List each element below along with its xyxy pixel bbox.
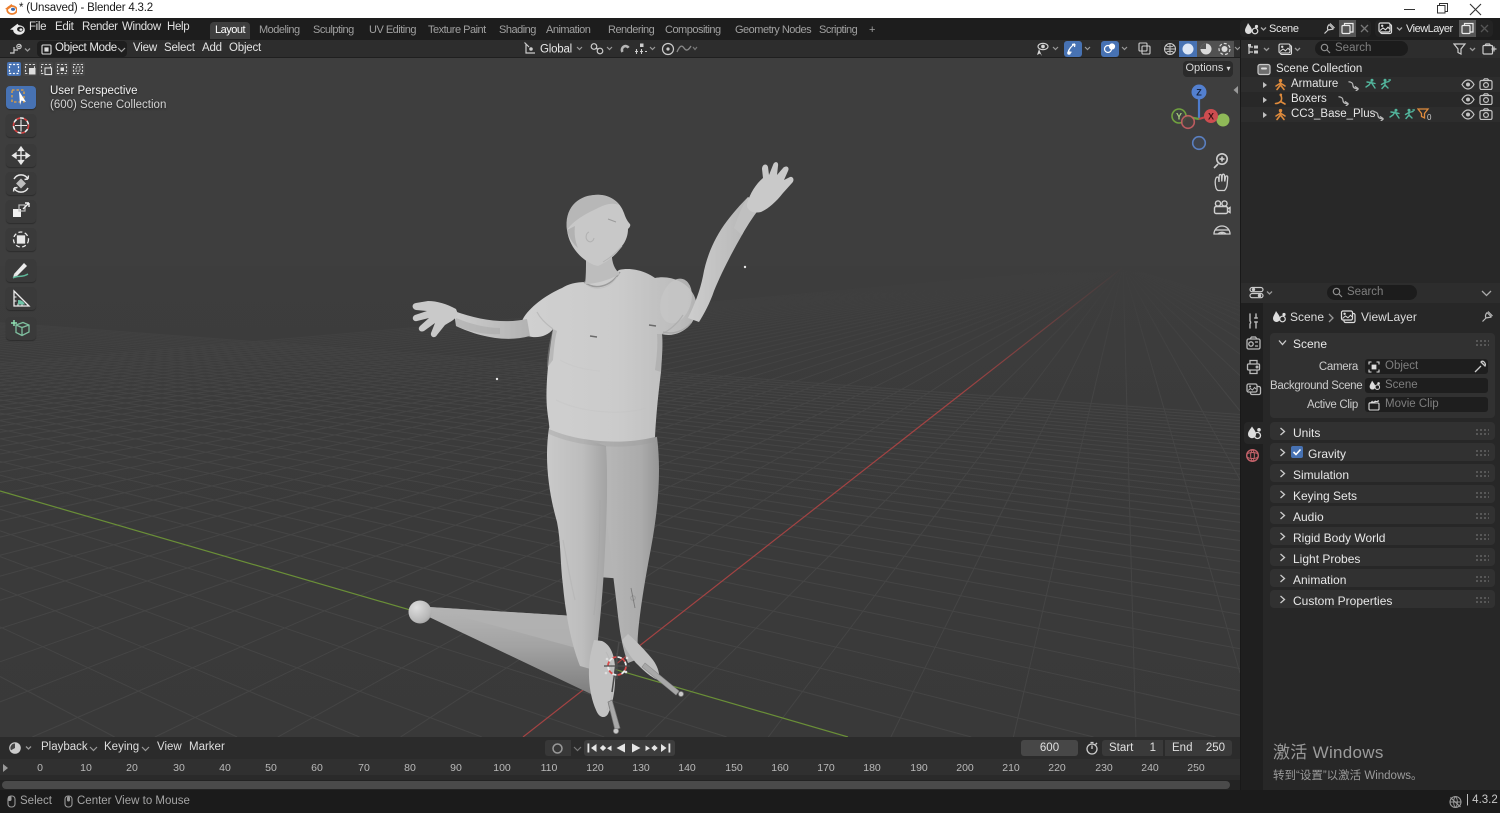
svg-text:X: X [1208, 112, 1214, 122]
svg-text:Global: Global [540, 44, 572, 56]
svg-text:Z: Z [1196, 88, 1202, 98]
svg-text:0: 0 [1427, 113, 1432, 121]
svg-text:Y: Y [1176, 112, 1182, 122]
